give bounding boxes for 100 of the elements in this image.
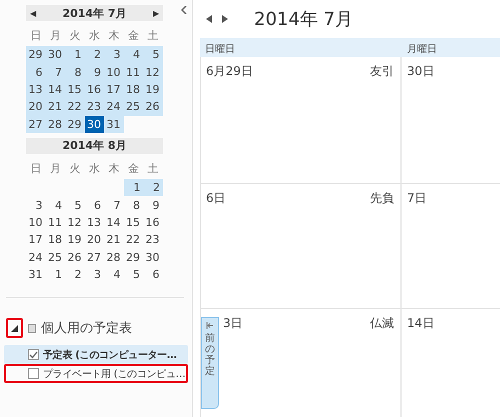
month-title: 2014年 7月 [61,6,128,20]
weekday-label: 月 [48,160,62,177]
weekday-label: 水 [88,28,101,44]
calendar-list-item[interactable]: プライベート用 (このコンピュ… [4,364,188,384]
calendar-day[interactable]: 9 [84,63,104,81]
calendar-day[interactable]: 24 [26,248,46,266]
calendar-day[interactable]: 27 [26,116,46,133]
calendar-day[interactable]: 23 [84,98,104,116]
calendar-day[interactable]: 12 [65,214,84,232]
tab-label: 前の予定 [205,333,215,377]
calendar-day[interactable]: 27 [84,248,104,266]
calendar-day[interactable]: 22 [65,98,84,116]
calendar-day[interactable]: 10 [26,214,46,232]
calendar-day[interactable]: 12 [143,63,162,81]
calendar-day[interactable]: 5 [124,266,143,284]
calendar-group-icon [28,324,36,333]
calendar-day[interactable]: 3 [84,266,104,284]
calendar-day[interactable]: 11 [46,214,65,232]
weekday-label: 土 [146,160,160,177]
calendar-day[interactable]: 8 [65,63,84,81]
calendar-list-item[interactable]: 予定表 (このコンピューター… [4,345,188,364]
calendar-day[interactable]: 15 [124,214,143,232]
calendar-day[interactable]: 5 [143,46,162,64]
day-date: 6月29日 [206,63,253,80]
calendar-day[interactable]: 9 [143,196,162,214]
calendar-day[interactable]: 7 [104,196,124,214]
calendar-day[interactable]: 31 [26,266,46,284]
calendar-day[interactable]: 4 [124,46,143,64]
calendar-day[interactable]: 23 [143,231,162,249]
calendar-day[interactable]: 6 [26,63,46,81]
calendar-day[interactable]: 4 [104,266,124,284]
calendar-day[interactable]: 2 [84,46,104,64]
previous-month-button[interactable]: ◀ [30,8,36,18]
calendar-day[interactable]: 20 [84,231,104,249]
checkbox[interactable] [28,368,39,380]
calendar-day[interactable]: 15 [65,80,84,98]
calendar-day[interactable]: 28 [104,248,124,266]
expand-toggle[interactable] [6,318,23,338]
calendar-day[interactable]: 16 [143,214,162,232]
calendar-day[interactable]: 19 [65,231,84,249]
calendar-day[interactable]: 6 [143,266,162,284]
calendar-day[interactable]: 5 [65,196,84,214]
calendar-day[interactable]: 29 [124,248,143,266]
calendar-day[interactable]: 20 [26,98,46,116]
calendar-day[interactable]: 21 [104,231,124,249]
calendar-group-label: 個人用の予定表 [41,320,132,338]
next-month-button[interactable]: ▶ [153,8,159,18]
calendar-day[interactable]: 21 [46,98,65,116]
weekday-label: 土 [146,28,160,44]
next-icon[interactable] [222,14,228,23]
calendar-day[interactable]: 13 [26,80,46,98]
weekday-label: 金 [126,28,140,44]
day-date: 3日 [223,315,243,332]
calendar-day[interactable]: 11 [124,63,143,81]
calendar-day[interactable]: 24 [104,98,124,116]
calendar-day[interactable]: 13 [84,214,104,232]
calendar-day[interactable]: 4 [46,196,65,214]
day-date: 14日 [407,315,434,332]
calendar-title: 2014年 7月 [254,8,353,31]
calendar-day[interactable]: 2 [144,178,163,196]
previous-icon[interactable] [206,14,212,23]
calendar-day[interactable]: 30 [143,248,162,266]
column-header: 月曜日 [406,42,438,57]
arrow-icon [206,322,214,329]
weekday-label: 水 [88,160,101,177]
rokuyo-label: 友引 [370,63,394,80]
weekday-label: 日 [29,28,42,44]
calendar-day[interactable]: 6 [84,196,104,214]
month-title: 2014年 8月 [61,138,128,154]
calendar-day[interactable]: 17 [104,80,124,98]
calendar-day[interactable]: 18 [46,231,65,249]
calendar-day[interactable]: 31 [104,116,124,133]
weekday-label: 月 [48,28,62,44]
calendar-day[interactable]: 17 [26,231,46,249]
weekday-label: 金 [126,160,140,177]
previous-appointment-tab[interactable]: 前の予定 [201,317,219,409]
calendar-day[interactable]: 7 [46,63,65,81]
calendar-day[interactable]: 14 [104,214,124,232]
rokuyo-label: 仏滅 [370,315,394,332]
calendar-day[interactable]: 29 [26,46,46,64]
calendar-day[interactable]: 3 [104,46,124,64]
calendar-day[interactable]: 26 [143,98,162,116]
day-date: 7日 [407,190,427,208]
calendar-day[interactable]: 1 [46,266,65,284]
calendar-day[interactable]: 2 [65,266,84,284]
calendar-day[interactable]: 26 [65,248,84,266]
calendar-day[interactable]: 1 [124,178,144,196]
calendar-day[interactable]: 22 [124,231,143,249]
calendar-day[interactable]: 10 [104,63,124,81]
calendar-day[interactable]: 19 [143,80,162,98]
rokuyo-label: 先負 [370,190,394,208]
calendar-day[interactable]: 30 [46,46,65,64]
checkbox[interactable] [28,349,39,360]
calendar-day[interactable]: 1 [65,46,84,64]
calendar-day[interactable]: 3 [26,196,46,214]
collapse-icon[interactable] [181,6,187,14]
calendar-day[interactable]: 25 [124,98,143,116]
calendar-day[interactable]: 25 [46,248,65,266]
calendar-day[interactable]: 8 [124,196,143,214]
calendar-day[interactable]: 29 [65,116,84,133]
